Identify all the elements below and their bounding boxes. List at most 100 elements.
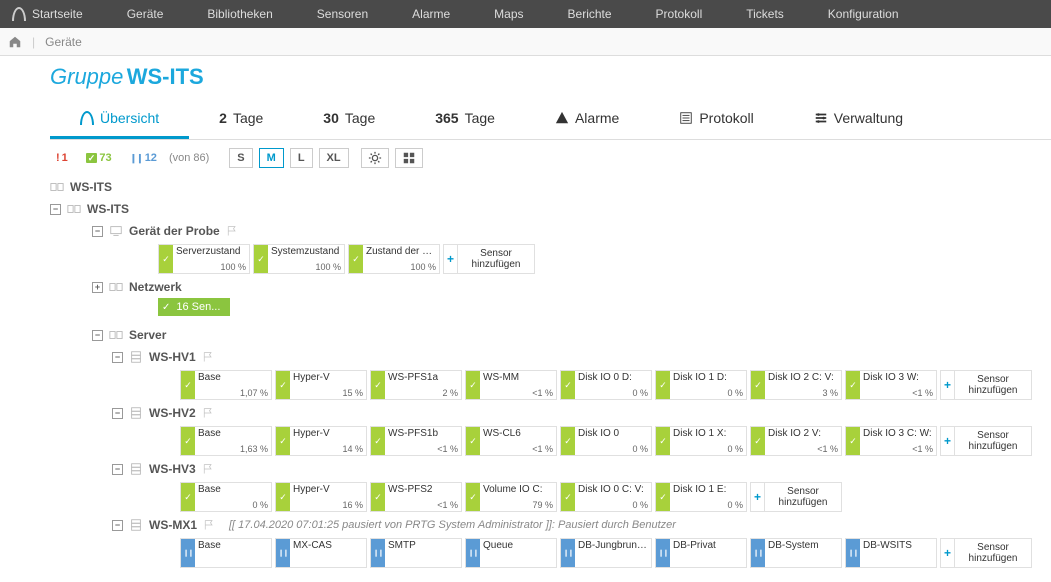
sensor-tile[interactable]: WS-PFS2<1 % xyxy=(370,482,462,512)
sensor-tile[interactable]: Serverzustand100 % xyxy=(158,244,250,274)
sensor-tile[interactable]: Disk IO 0 C: V:0 % xyxy=(560,482,652,512)
collapse-icon[interactable]: − xyxy=(112,520,123,531)
size-s-button[interactable]: S xyxy=(229,148,252,168)
sensor-tile[interactable]: Disk IO 1 X:0 % xyxy=(655,426,747,456)
sensor-tile[interactable]: WS-PFS1a2 % xyxy=(370,370,462,400)
sensor-tile[interactable]: WS-PFS1b<1 % xyxy=(370,426,462,456)
settings-button[interactable] xyxy=(361,148,389,168)
tab-protokoll[interactable]: Protokoll xyxy=(649,102,783,139)
sensor-tile[interactable]: Base1,07 % xyxy=(180,370,272,400)
sensor-tile[interactable]: Disk IO 00 % xyxy=(560,426,652,456)
add-sensor-button[interactable]: Sensorhinzufügen xyxy=(443,244,535,274)
sensor-tile[interactable]: WS-CL6<1 % xyxy=(465,426,557,456)
sensor-tile[interactable]: Base xyxy=(180,538,272,568)
flag-icon[interactable] xyxy=(226,225,238,237)
tab-365-tage[interactable]: 365Tage xyxy=(405,102,525,139)
flag-icon[interactable] xyxy=(203,519,215,531)
add-sensor-button[interactable]: Sensorhinzufügen xyxy=(940,426,1032,456)
group-netzwerk[interactable]: + Netzwerk xyxy=(50,276,1051,298)
tab-uebersicht[interactable]: Übersicht xyxy=(50,102,189,139)
nav-maps[interactable]: Maps xyxy=(472,7,545,21)
sensor-tile[interactable]: DB-Privat xyxy=(655,538,747,568)
collapse-icon[interactable]: − xyxy=(92,226,103,237)
tab-2-tage[interactable]: 2Tage xyxy=(189,102,293,139)
netzwerk-summary-sensor[interactable]: 16 Sen... xyxy=(158,298,230,316)
sensor-row: Base1,07 % Hyper-V15 % WS-PFS1a2 % WS-MM… xyxy=(180,368,1051,402)
collapse-icon[interactable]: − xyxy=(112,352,123,363)
breadcrumb: | Geräte xyxy=(0,28,1051,56)
sensor-tile[interactable]: Systemzustand100 % xyxy=(253,244,345,274)
nav-startseite[interactable]: Startseite xyxy=(12,7,105,21)
sensor-tile[interactable]: DB-Jungbrunn... xyxy=(560,538,652,568)
sensor-tile[interactable]: Disk IO 1 E:0 % xyxy=(655,482,747,512)
device-name: WS-HV1 xyxy=(149,350,196,364)
nav-bibliotheken[interactable]: Bibliotheken xyxy=(185,7,294,21)
tab-alarme[interactable]: Alarme xyxy=(525,102,649,139)
device-probe[interactable]: − Gerät der Probe xyxy=(50,220,1051,242)
top-navigation: Startseite Geräte Bibliotheken Sensoren … xyxy=(0,0,1051,28)
sensor-name: MX-CAS xyxy=(293,540,363,551)
nav-geraete[interactable]: Geräte xyxy=(105,7,186,21)
sensor-tile[interactable]: Volume IO C:79 % xyxy=(465,482,557,512)
flag-icon[interactable] xyxy=(202,463,214,475)
stat-paused[interactable]: 12 xyxy=(124,150,163,166)
device-ws-hv2[interactable]: − WS-HV2 xyxy=(50,402,1051,424)
sensor-tile[interactable]: Base1,63 % xyxy=(180,426,272,456)
sensor-tile[interactable]: DB-System xyxy=(750,538,842,568)
group-ws-its[interactable]: − WS-ITS xyxy=(50,198,1051,220)
plus-icon xyxy=(751,483,765,511)
tab-30-tage[interactable]: 30Tage xyxy=(293,102,405,139)
sensor-name: Disk IO 3 W: xyxy=(863,372,933,383)
sensor-tile[interactable]: Disk IO 3 W:<1 % xyxy=(845,370,937,400)
sensor-name: Base xyxy=(198,484,268,495)
device-ws-hv1[interactable]: − WS-HV1 xyxy=(50,346,1051,368)
nav-sensoren[interactable]: Sensoren xyxy=(295,7,390,21)
sensor-tile[interactable]: Hyper-V16 % xyxy=(275,482,367,512)
checkmark-icon xyxy=(751,427,765,455)
sensor-tile[interactable]: Disk IO 2 V:<1 % xyxy=(750,426,842,456)
nav-protokoll[interactable]: Protokoll xyxy=(634,7,725,21)
collapse-icon[interactable]: − xyxy=(92,330,103,341)
device-ws-mx1[interactable]: − WS-MX1 [[ 17.04.2020 07:01:25 pausiert… xyxy=(50,514,1051,536)
device-name: WS-HV2 xyxy=(149,406,196,420)
sensor-tile[interactable]: Base0 % xyxy=(180,482,272,512)
size-m-button[interactable]: M xyxy=(259,148,284,168)
sensor-tile[interactable]: DB-WSITS xyxy=(845,538,937,568)
sensor-tile[interactable]: MX-CAS xyxy=(275,538,367,568)
add-sensor-button[interactable]: Sensorhinzufügen xyxy=(940,538,1032,568)
sensor-tile[interactable]: SMTP xyxy=(370,538,462,568)
nav-konfiguration[interactable]: Konfiguration xyxy=(806,7,921,21)
sensor-tile[interactable]: Disk IO 0 D:0 % xyxy=(560,370,652,400)
root-node[interactable]: WS-ITS xyxy=(50,176,1051,198)
add-sensor-button[interactable]: Sensorhinzufügen xyxy=(750,482,842,512)
sensor-tile[interactable]: WS-MM<1 % xyxy=(465,370,557,400)
flag-icon[interactable] xyxy=(202,351,214,363)
device-ws-hv3[interactable]: − WS-HV3 xyxy=(50,458,1051,480)
sensor-tile[interactable]: Disk IO 2 C: V:3 % xyxy=(750,370,842,400)
sensor-tile[interactable]: Queue xyxy=(465,538,557,568)
home-icon[interactable] xyxy=(8,35,22,49)
sensor-value: 16 % xyxy=(293,500,363,510)
collapse-icon[interactable]: − xyxy=(50,204,61,215)
group-server[interactable]: − Server xyxy=(50,324,1051,346)
sensor-tile[interactable]: Hyper-V14 % xyxy=(275,426,367,456)
stat-ok[interactable]: 73 xyxy=(80,150,118,166)
add-sensor-button[interactable]: Sensorhinzufügen xyxy=(940,370,1032,400)
sensor-tile[interactable]: Zustand der Pr...100 % xyxy=(348,244,440,274)
breadcrumb-geraete[interactable]: Geräte xyxy=(45,35,82,49)
sensor-tile[interactable]: Disk IO 1 D:0 % xyxy=(655,370,747,400)
sensor-tile[interactable]: Disk IO 3 C: W:<1 % xyxy=(845,426,937,456)
expand-icon[interactable]: + xyxy=(92,282,103,293)
size-l-button[interactable]: L xyxy=(290,148,313,168)
nav-tickets[interactable]: Tickets xyxy=(724,7,806,21)
nav-alarme[interactable]: Alarme xyxy=(390,7,472,21)
flag-icon[interactable] xyxy=(202,407,214,419)
size-xl-button[interactable]: XL xyxy=(319,148,349,168)
tab-verwaltung[interactable]: Verwaltung xyxy=(784,102,933,139)
stat-alert[interactable]: 1 xyxy=(50,150,74,166)
nav-berichte[interactable]: Berichte xyxy=(546,7,634,21)
collapse-icon[interactable]: − xyxy=(112,408,123,419)
grid-view-button[interactable] xyxy=(395,148,423,168)
sensor-tile[interactable]: Hyper-V15 % xyxy=(275,370,367,400)
collapse-icon[interactable]: − xyxy=(112,464,123,475)
